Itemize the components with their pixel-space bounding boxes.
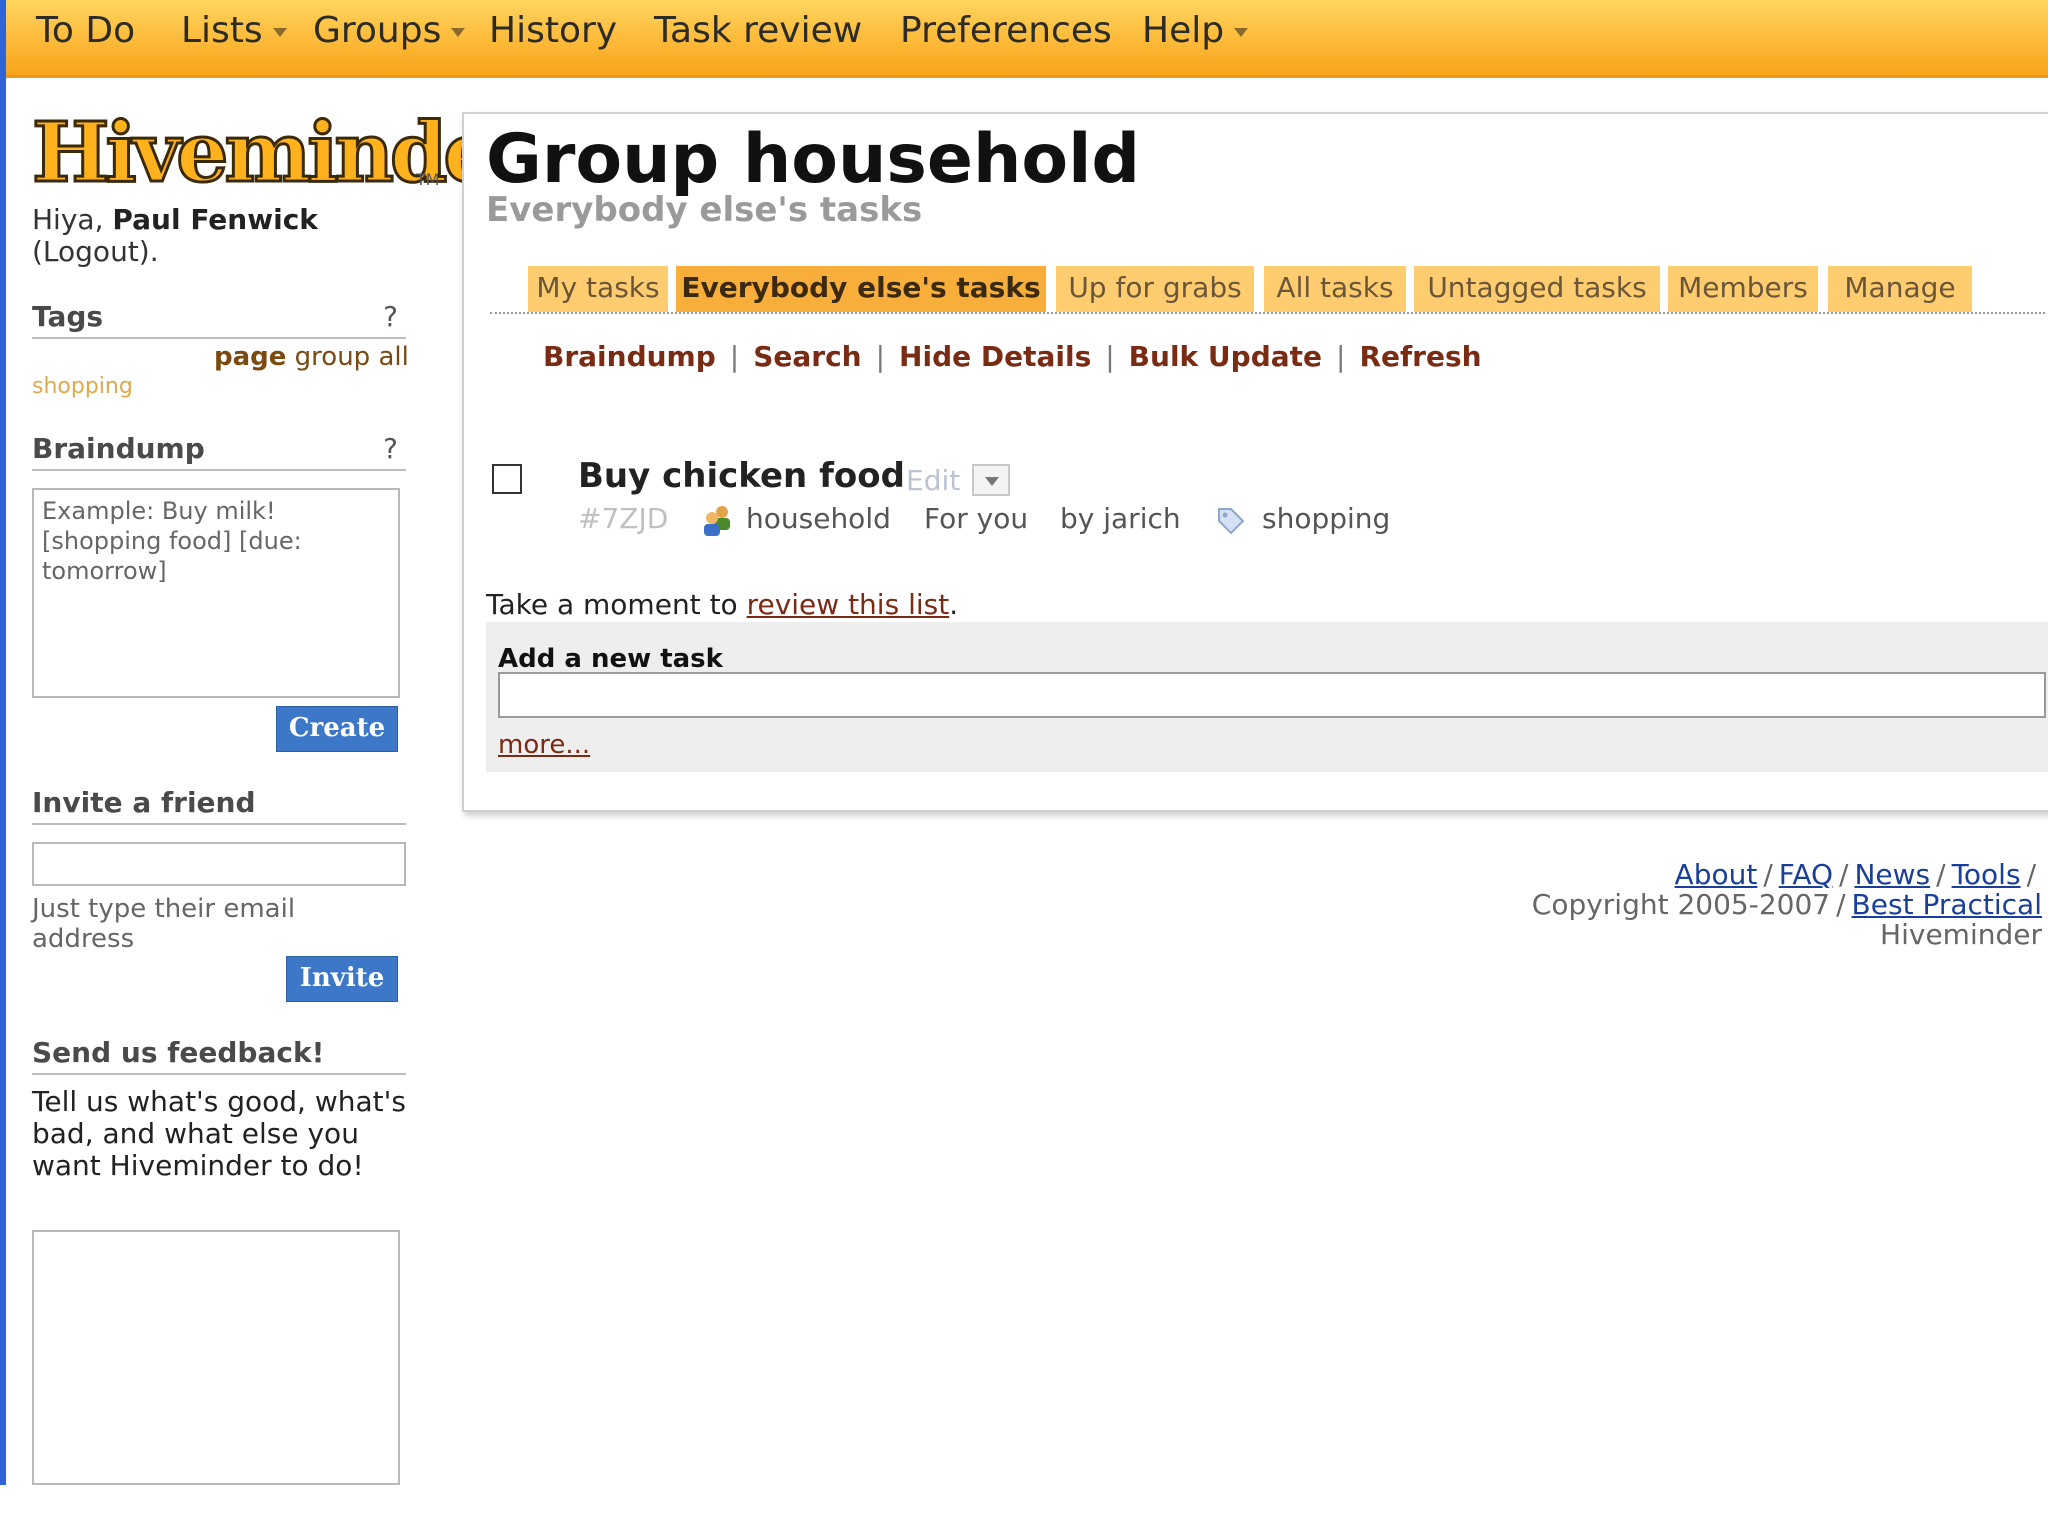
chevron-down-icon <box>1234 27 1249 37</box>
add-task-input[interactable] <box>498 672 2046 718</box>
invite-hint: Just type their email address <box>32 894 296 954</box>
tab-all-tasks[interactable]: All tasks <box>1264 266 1406 312</box>
footer-app-name: Hiveminder <box>1880 918 2042 951</box>
page-bottom-edge <box>0 1485 2048 1535</box>
nav-help[interactable]: Help <box>1142 10 1249 51</box>
feedback-heading-label: Send us feedback! <box>32 1036 325 1069</box>
hiveminder-logo[interactable]: Hiveminder <box>31 111 537 196</box>
logout-link[interactable]: (Logout). <box>32 235 159 268</box>
group-people-icon <box>704 506 730 536</box>
tab-manage[interactable]: Manage <box>1828 266 1972 312</box>
add-task-more-link[interactable]: more... <box>498 730 590 760</box>
braindump-heading-label: Braindump <box>32 432 205 465</box>
tag-cloud: page group all <box>214 342 409 372</box>
invite-heading-label: Invite a friend <box>32 786 256 819</box>
page-title: Group household <box>486 120 1141 199</box>
tag-all[interactable]: all <box>378 342 408 372</box>
task-title[interactable]: Buy chicken food <box>578 456 905 496</box>
nav-help-label: Help <box>1142 10 1225 51</box>
refresh-action-link[interactable]: Refresh <box>1359 340 1481 373</box>
chevron-down-icon <box>272 27 287 37</box>
tag-icon <box>1218 508 1245 535</box>
feedback-description: Tell us what's good, what's bad, and wha… <box>32 1085 406 1182</box>
review-suffix: . <box>949 588 959 621</box>
footer-links: About / FAQ / News / Tools / <box>1674 858 2036 891</box>
hide-details-action-link[interactable]: Hide Details <box>899 340 1091 373</box>
footer-about-link[interactable]: About <box>1675 858 1758 891</box>
task-id[interactable]: #7ZJD <box>578 502 668 535</box>
copyright-text: Copyright 2005-2007 <box>1531 888 1831 921</box>
nav-groups-label: Groups <box>313 10 442 51</box>
review-prefix: Take a moment to <box>486 588 738 621</box>
footer-tools-link[interactable]: Tools <box>1952 858 2021 891</box>
logo-trademark: TM <box>416 170 440 189</box>
tags-heading-label: Tags <box>32 300 104 333</box>
greeting-prefix: Hiya, <box>32 203 104 236</box>
task-group[interactable]: household <box>746 502 891 535</box>
tab-up-for-grabs[interactable]: Up for grabs <box>1056 266 1254 312</box>
chevron-down-icon <box>451 27 466 37</box>
footer-news-link[interactable]: News <box>1854 858 1930 891</box>
task-actions-bar: Braindump | Search | Hide Details | Bulk Updat… <box>543 340 1482 373</box>
review-prompt: Take a moment to review this list. <box>486 588 958 621</box>
footer-copyright: Copyright 2005-2007/Best Practical <box>1531 888 2042 921</box>
braindump-help-link[interactable]: ? <box>383 432 398 465</box>
footer-company-link[interactable]: Best Practical <box>1852 888 2042 921</box>
task-tag[interactable]: shopping <box>1262 502 1390 535</box>
nav-lists[interactable]: Lists <box>181 10 287 51</box>
nav-lists-label: Lists <box>181 10 263 51</box>
footer: About / FAQ / News / Tools / Copyright 2005-200… <box>1528 860 2048 950</box>
nav-task-review[interactable]: Task review <box>654 10 862 51</box>
task-owner[interactable]: For you <box>924 502 1028 535</box>
bulk-update-action-link[interactable]: Bulk Update <box>1129 340 1322 373</box>
braindump-heading: Braindump ? <box>32 432 406 471</box>
task-requestor[interactable]: by jarich <box>1060 502 1181 535</box>
braindump-action-link[interactable]: Braindump <box>543 340 716 373</box>
user-name: Paul Fenwick <box>112 203 318 236</box>
invite-email-input[interactable] <box>32 842 406 886</box>
tab-members[interactable]: Members <box>1668 266 1818 312</box>
task-menu-dropdown[interactable] <box>972 464 1010 496</box>
tag-page[interactable]: page <box>214 342 286 372</box>
user-greeting: Hiya, Paul Fenwick (Logout). <box>32 204 318 268</box>
tag-group[interactable]: group <box>295 342 371 372</box>
footer-faq-link[interactable]: FAQ <box>1779 858 1833 891</box>
invite-button[interactable]: Invite <box>286 956 398 1002</box>
create-button[interactable]: Create <box>276 706 398 752</box>
feedback-heading: Send us feedback! <box>32 1036 406 1075</box>
tab-everybody-elses-tasks[interactable]: Everybody else's tasks <box>676 266 1046 312</box>
tag-shopping[interactable]: shopping <box>32 374 133 399</box>
page-subtitle: Everybody else's tasks <box>486 190 923 230</box>
tab-untagged-tasks[interactable]: Untagged tasks <box>1414 266 1660 312</box>
tags-help-link[interactable]: ? <box>383 300 398 333</box>
nav-groups[interactable]: Groups <box>313 10 466 51</box>
task-edit-link[interactable]: Edit <box>906 464 960 497</box>
nav-todo[interactable]: To Do <box>36 10 135 51</box>
tab-my-tasks[interactable]: My tasks <box>528 266 668 312</box>
tabs-divider <box>490 312 2045 314</box>
window-frame-edge <box>0 0 6 1485</box>
braindump-textarea[interactable]: Example: Buy milk! [shopping food] [due:… <box>32 488 400 698</box>
feedback-textarea[interactable] <box>32 1230 400 1485</box>
search-action-link[interactable]: Search <box>753 340 861 373</box>
review-list-link[interactable]: review this list <box>747 588 950 621</box>
top-navigation-bar: To Do Lists Groups History Task review P… <box>0 0 2048 78</box>
add-task-label: Add a new task <box>498 644 723 674</box>
invite-heading: Invite a friend <box>32 786 406 825</box>
task-complete-checkbox[interactable] <box>492 464 522 494</box>
nav-history[interactable]: History <box>489 10 617 51</box>
tags-heading: Tags ? <box>32 300 406 339</box>
nav-preferences[interactable]: Preferences <box>900 10 1112 51</box>
